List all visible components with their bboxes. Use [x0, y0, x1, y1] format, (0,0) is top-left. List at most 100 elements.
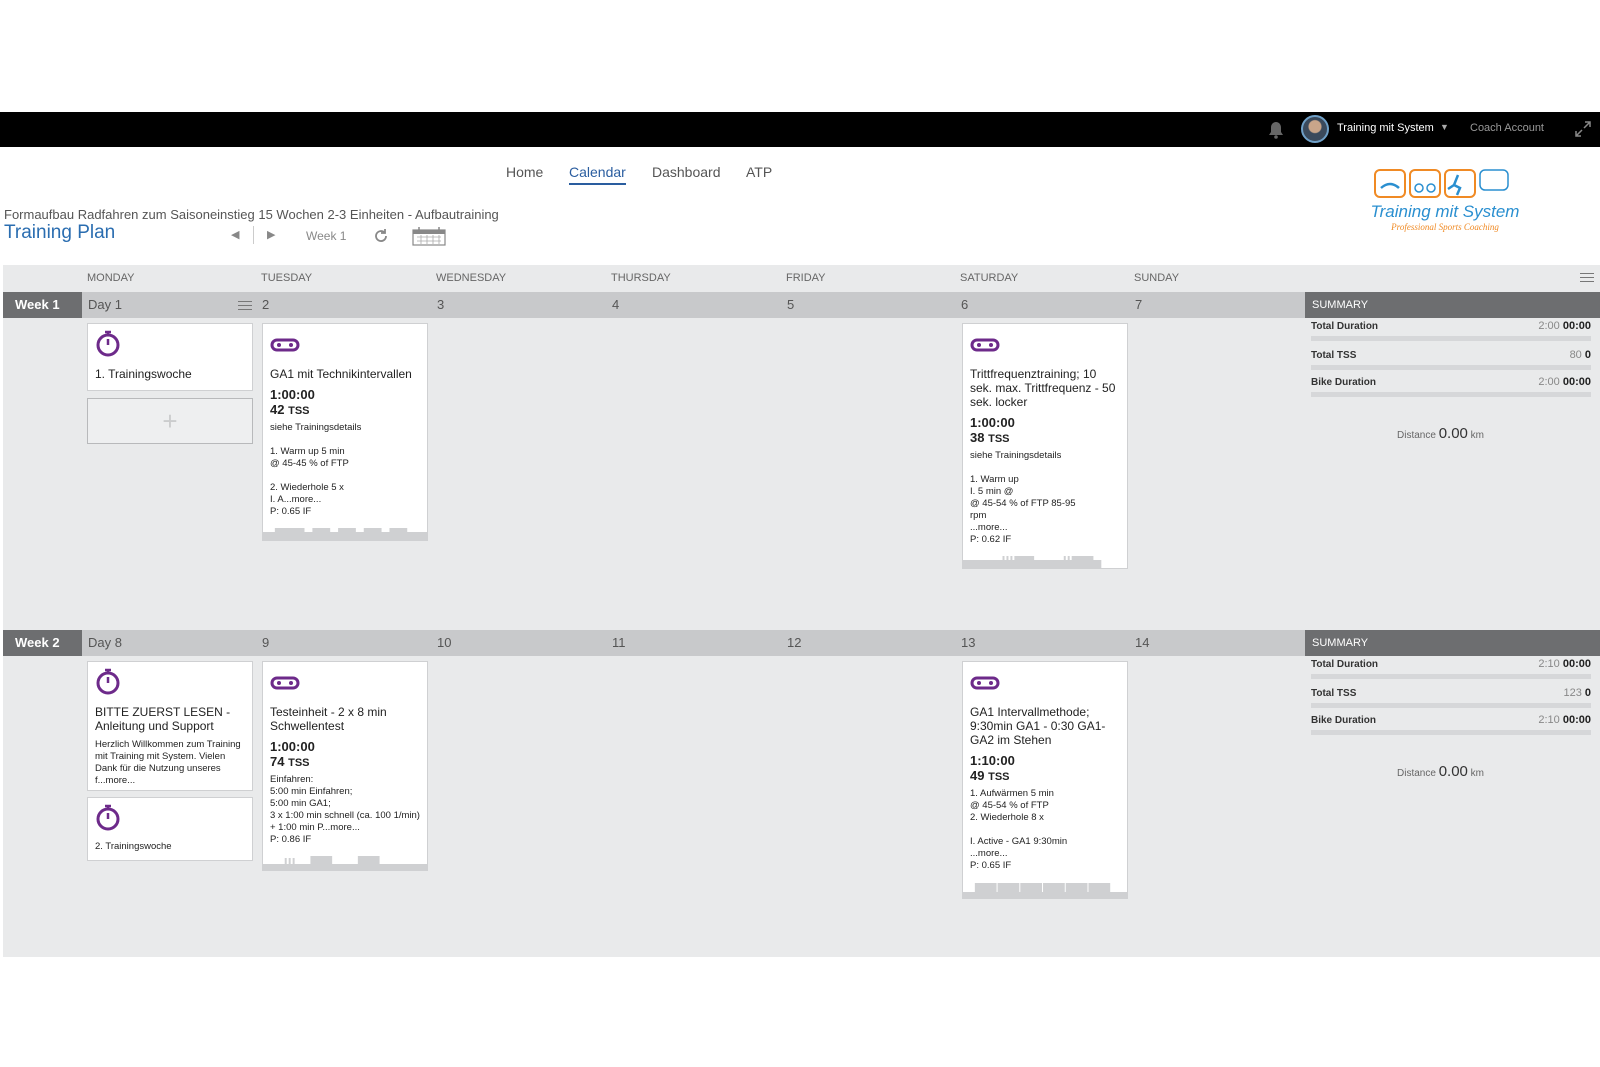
day-menu-icon[interactable] [238, 301, 252, 310]
card-title: 1. Trainingswoche [95, 367, 192, 381]
calendar-grid: MONDAY TUESDAY WEDNESDAY THURSDAY FRIDAY… [3, 265, 1600, 957]
note-card[interactable]: 1. Trainingswoche [87, 323, 253, 391]
logo-tagline: Professional Sports Coaching [1390, 222, 1499, 232]
workout-profile [263, 856, 427, 870]
card-title: Trittfrequenztraining; 10 sek. max. Trit… [970, 367, 1116, 409]
logo-text: Training mit System [1371, 202, 1520, 221]
prev-week-icon[interactable]: ◀ [231, 228, 239, 241]
workout-description: 1. Aufwärmen 5 min @ 45-54 % of FTP 2. W… [970, 788, 1068, 859]
day-number: Day 8 [88, 635, 122, 650]
day-header-sunday: SUNDAY [1134, 272, 1180, 284]
workout-profile [963, 883, 1127, 898]
refresh-icon[interactable] [373, 228, 389, 244]
week-bar-2: Week 2 Day 8 9 10 11 12 13 14 SUMMARY [3, 630, 1600, 656]
week-label: Week 2 [3, 630, 82, 656]
summary-header: SUMMARY [1305, 292, 1600, 318]
plus-icon: + [162, 406, 178, 436]
day-header-wednesday: WEDNESDAY [436, 272, 507, 284]
day-number: 9 [262, 635, 270, 650]
avatar[interactable] [1301, 115, 1329, 143]
stopwatch-icon [96, 668, 120, 695]
nav-dashboard[interactable]: Dashboard [652, 164, 721, 180]
top-bar: Training mit System ▼ Coach Account [0, 112, 1600, 147]
summary-distance: Distance 0.00 km [1397, 425, 1485, 442]
workout-profile [963, 556, 1102, 568]
note-description: Herzlich Willkommen zum Training mit Tra… [95, 739, 241, 786]
day-number: 12 [787, 635, 802, 650]
next-week-icon[interactable]: ▶ [267, 228, 275, 241]
week-selector[interactable]: Week 1 [306, 229, 346, 243]
workout-profile [263, 528, 427, 540]
workout-tss: 42 [270, 402, 285, 417]
brand-logo: Training mit System Professional Sports … [1371, 169, 1520, 232]
card-title: GA1 mit Technikintervallen [270, 367, 412, 381]
workout-tss: 74 [270, 754, 285, 769]
day-number: 14 [1135, 635, 1150, 650]
day-header-tuesday: TUESDAY [261, 272, 313, 284]
workout-duration: 1:10:00 [970, 753, 1015, 768]
page-title: Training Plan [4, 222, 116, 243]
summary-header: SUMMARY [1305, 630, 1600, 656]
workout-card[interactable]: Trittfrequenztraining; 10 sek. max. Trit… [962, 323, 1128, 569]
workout-description: siehe Trainingsdetails 1. Warm up I. 5 m… [970, 450, 1076, 533]
day-number: 7 [1135, 297, 1143, 312]
summary-total-tss: Total TSS 123 0 [1311, 687, 1591, 708]
workout-duration: 1:00:00 [270, 387, 315, 402]
tss-unit: TSS [288, 405, 310, 417]
tss-unit: TSS [988, 771, 1010, 783]
workout-tss: 38 [970, 430, 985, 445]
day-number: 2 [262, 297, 270, 312]
workout-description: siehe Trainingsdetails 1. Warm up 5 min … [270, 422, 362, 505]
day-header-friday: FRIDAY [786, 272, 826, 284]
bike-icon [970, 676, 1000, 690]
add-workout-button[interactable]: + [87, 398, 253, 444]
chevron-down-icon[interactable]: ▼ [1440, 122, 1449, 132]
week-bar-1: Week 1 Day 1 2 3 4 5 6 7 SUMMARY [3, 292, 1600, 318]
nav-calendar[interactable]: Calendar [569, 164, 626, 185]
plan-subtitle: Formaufbau Radfahren zum Saisoneinstieg … [4, 207, 499, 222]
workout-if: P: 0.65 IF [270, 506, 312, 517]
card-title: Testeinheit - 2 x 8 min Schwellentest [270, 705, 387, 733]
summary-distance: Distance 0.00 km [1397, 763, 1485, 780]
workout-card[interactable]: GA1 Intervallmethode; 9:30min GA1 - 0:30… [962, 661, 1128, 899]
summary-total-tss: Total TSS 80 0 [1311, 349, 1591, 370]
day-number: 3 [437, 297, 445, 312]
nav-atp[interactable]: ATP [746, 164, 772, 180]
day-number: 5 [787, 297, 795, 312]
day-header-thursday: THURSDAY [611, 272, 671, 284]
workout-duration: 1:00:00 [970, 415, 1015, 430]
bike-icon [970, 338, 1000, 352]
card-title: BITTE ZUERST LESEN - Anleitung und Suppo… [95, 705, 231, 733]
workout-card[interactable]: GA1 mit Technikintervallen 1:00:00 42 TS… [262, 323, 428, 541]
summary-bike-duration: Bike Duration 2:10 00:00 [1311, 714, 1591, 735]
expand-icon[interactable] [1575, 121, 1591, 137]
workout-if: P: 0.65 IF [970, 860, 1012, 871]
coach-account-link[interactable]: Coach Account [1470, 122, 1544, 134]
day-number: 6 [961, 297, 969, 312]
day-number: 10 [437, 635, 452, 650]
day-number: Day 1 [88, 297, 122, 312]
workout-description: Einfahren: 5:00 min Einfahren; 5:00 min … [270, 774, 420, 833]
bike-icon [270, 338, 300, 352]
stopwatch-icon [96, 330, 120, 357]
user-menu[interactable]: Training mit System [1337, 122, 1434, 134]
week-label: Week 1 [3, 292, 82, 318]
day-header-saturday: SATURDAY [960, 272, 1019, 284]
day-number: 13 [961, 635, 976, 650]
calendar-icon[interactable] [412, 226, 446, 246]
tss-unit: TSS [988, 433, 1010, 445]
note-card[interactable]: 2. Trainingswoche [87, 797, 253, 861]
menu-icon[interactable] [1580, 273, 1594, 282]
workout-card[interactable]: Testeinheit - 2 x 8 min Schwellentest 1:… [262, 661, 428, 871]
day-header-monday: MONDAY [87, 272, 135, 284]
note-card[interactable]: BITTE ZUERST LESEN - Anleitung und Suppo… [87, 661, 253, 791]
bike-icon [270, 676, 300, 690]
workout-if: P: 0.86 IF [270, 834, 312, 845]
divider [253, 226, 254, 244]
card-title: 2. Trainingswoche [95, 841, 172, 852]
bell-icon[interactable] [1268, 121, 1284, 139]
workout-tss: 49 [970, 768, 985, 783]
nav-home[interactable]: Home [506, 164, 543, 180]
workout-duration: 1:00:00 [270, 739, 315, 754]
summary-total-duration: Total Duration 2:10 00:00 [1311, 658, 1591, 679]
